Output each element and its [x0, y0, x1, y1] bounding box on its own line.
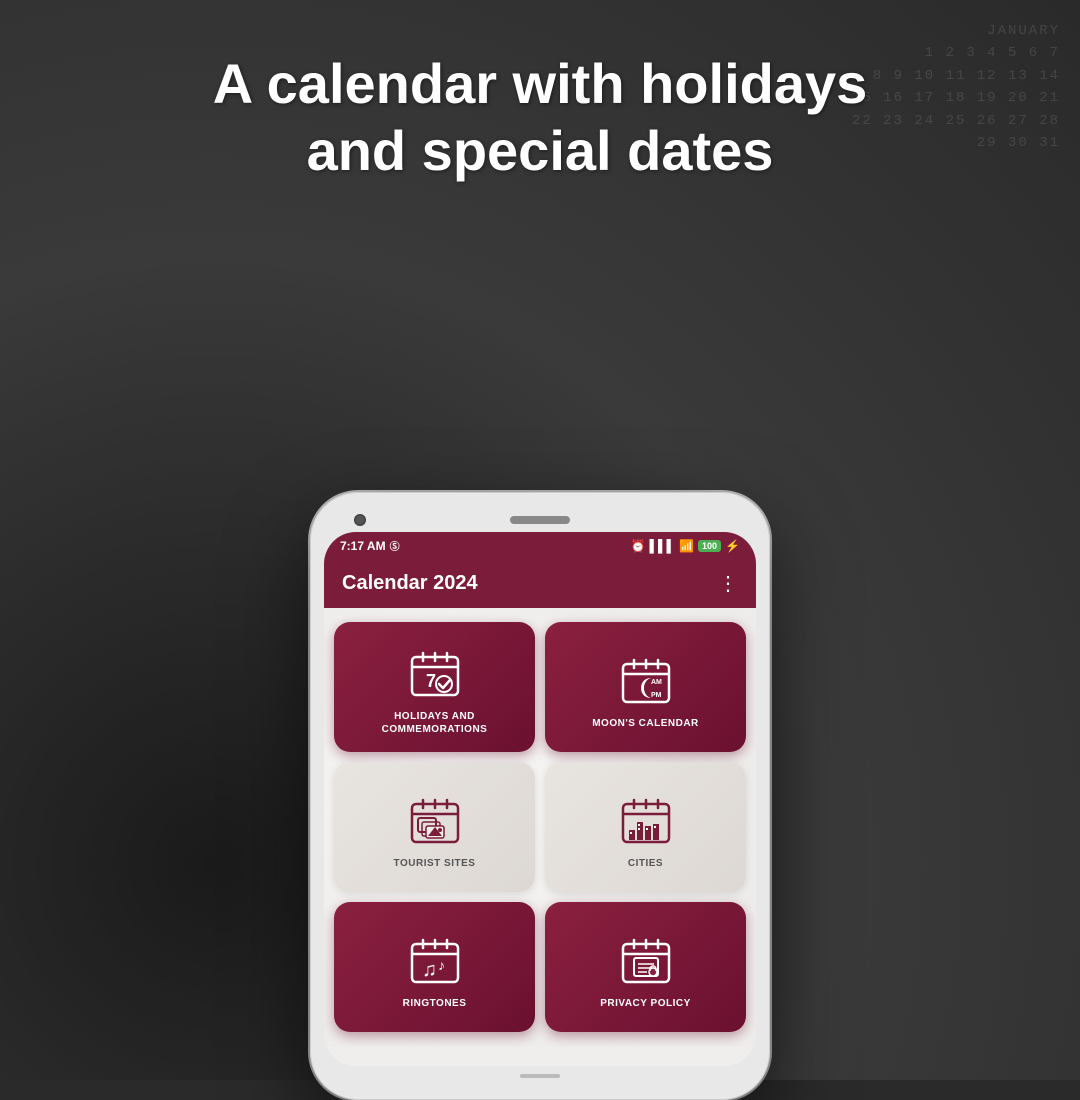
phone-top-bar [324, 506, 756, 532]
svg-text:♪: ♪ [438, 957, 445, 973]
card-holidays[interactable]: 7 HOLIDAYS ANDCOMMEMORATIONS [334, 622, 535, 752]
home-indicator [520, 1074, 560, 1078]
moons-calendar-icon: AM PM [616, 651, 676, 711]
svg-text:7: 7 [426, 671, 436, 691]
phone-bottom [324, 1066, 756, 1086]
cities-label: CITIES [628, 857, 663, 870]
tourist-sites-icon [405, 791, 465, 851]
status-left: 7:17 AM Ⓢ [340, 538, 400, 553]
menu-grid: 7 HOLIDAYS ANDCOMMEMORATIONS [334, 622, 746, 1032]
alarm-icon: ⏰ [631, 539, 646, 553]
holidays-label: HOLIDAYS ANDCOMMEMORATIONS [382, 710, 488, 736]
phone-body: 7:17 AM Ⓢ ⏰ ▌▌▌ 📶 100 ⚡ Calendar 2024 ⋮ [310, 492, 770, 1100]
card-moons-calendar[interactable]: AM PM MOON'S CALENDAR [545, 622, 746, 752]
bottom-spacer [324, 1046, 756, 1066]
main-content: 7 HOLIDAYS ANDCOMMEMORATIONS [324, 608, 756, 1046]
tourist-sites-label: TOURIST SITES [394, 857, 476, 870]
header-section: A calendar with holidays and special dat… [0, 30, 1080, 204]
svg-text:♫: ♫ [422, 959, 437, 981]
ringtones-icon: ♫ ♪ [405, 931, 465, 991]
svg-text:PM: PM [651, 692, 662, 699]
status-bar: 7:17 AM Ⓢ ⏰ ▌▌▌ 📶 100 ⚡ [324, 532, 756, 559]
card-cities[interactable]: CITIES [545, 762, 746, 892]
bolt-icon: ⚡ [725, 539, 740, 553]
phone-speaker [510, 516, 570, 524]
signal-icon: ▌▌▌ [650, 539, 676, 553]
moons-calendar-label: MOON'S CALENDAR [592, 717, 699, 730]
wifi-icon: 📶 [679, 539, 694, 553]
app-bar-title: Calendar 2024 [342, 572, 478, 595]
menu-button[interactable]: ⋮ [718, 571, 738, 596]
ringtones-label: RINGTONES [403, 997, 467, 1010]
card-tourist-sites[interactable]: TOURIST SITES [334, 762, 535, 892]
app-bar: Calendar 2024 ⋮ [324, 559, 756, 608]
phone-screen: 7:17 AM Ⓢ ⏰ ▌▌▌ 📶 100 ⚡ Calendar 2024 ⋮ [324, 532, 756, 1066]
header-title: A calendar with holidays and special dat… [60, 50, 1020, 184]
phone-sensor [714, 514, 726, 526]
battery-badge: 100 [698, 540, 721, 552]
privacy-policy-label: PRIVACY POLICY [600, 997, 691, 1010]
phone-device: 7:17 AM Ⓢ ⏰ ▌▌▌ 📶 100 ⚡ Calendar 2024 ⋮ [310, 492, 770, 1100]
card-ringtones[interactable]: ♫ ♪ RINGTONES [334, 902, 535, 1032]
phone-camera [354, 514, 366, 526]
holidays-icon: 7 [405, 644, 465, 704]
card-privacy-policy[interactable]: PRIVACY POLICY [545, 902, 746, 1032]
svg-text:AM: AM [651, 679, 662, 686]
cities-icon [616, 791, 676, 851]
status-sim: Ⓢ [390, 538, 400, 553]
status-time: 7:17 AM [340, 539, 386, 553]
privacy-policy-icon [616, 931, 676, 991]
status-right: ⏰ ▌▌▌ 📶 100 ⚡ [631, 539, 740, 553]
